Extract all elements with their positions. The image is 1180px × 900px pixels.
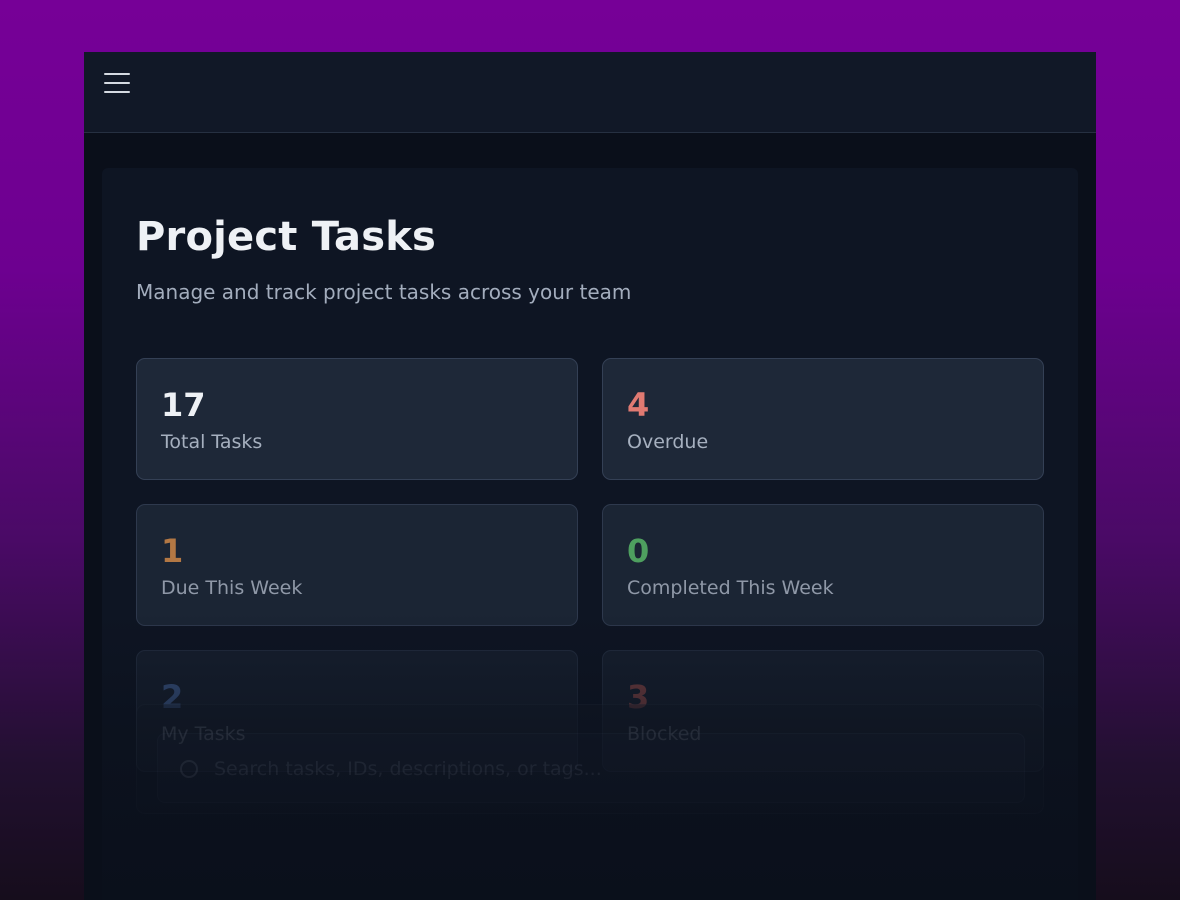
page-subtitle: Manage and track project tasks across yo… xyxy=(136,280,632,304)
top-bar xyxy=(84,52,1096,133)
stat-label: Total Tasks xyxy=(161,431,263,453)
stat-value: 17 xyxy=(161,386,206,424)
search-box[interactable] xyxy=(157,733,1025,803)
search-input[interactable] xyxy=(214,754,994,784)
stat-card-overdue[interactable]: 4 Overdue xyxy=(602,358,1044,480)
page-title: Project Tasks xyxy=(136,214,437,260)
search-panel xyxy=(136,704,1044,814)
stat-card-total-tasks[interactable]: 17 Total Tasks xyxy=(136,358,578,480)
search-icon xyxy=(180,760,198,778)
stat-value: 1 xyxy=(161,532,184,570)
stat-label: Due This Week xyxy=(161,577,303,599)
stat-label: Overdue xyxy=(627,431,709,453)
stat-label: Completed This Week xyxy=(627,577,834,599)
stat-card-due-this-week[interactable]: 1 Due This Week xyxy=(136,504,578,626)
stat-value: 0 xyxy=(627,532,650,570)
stat-value: 4 xyxy=(627,386,650,424)
hamburger-menu-icon[interactable] xyxy=(104,69,132,97)
app-window: Project Tasks Manage and track project t… xyxy=(84,52,1096,900)
stat-card-completed-this-week[interactable]: 0 Completed This Week xyxy=(602,504,1044,626)
